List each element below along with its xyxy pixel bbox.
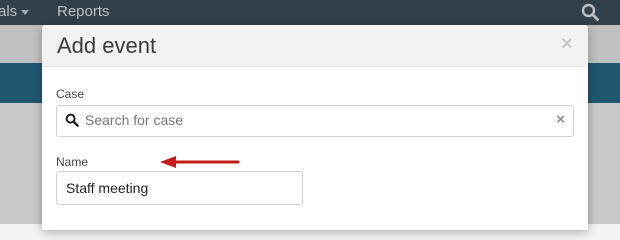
close-icon[interactable]: × <box>559 34 575 54</box>
name-label: Name <box>56 155 89 169</box>
case-search-input[interactable] <box>85 112 525 128</box>
clear-icon[interactable]: × <box>556 111 565 128</box>
dialog-title: Add event <box>57 33 157 58</box>
case-search-field[interactable]: × <box>56 105 574 137</box>
annotation-arrow-icon <box>160 156 240 168</box>
search-icon <box>65 113 79 127</box>
name-field[interactable]: Staff meeting <box>56 171 303 205</box>
add-event-dialog: Add event × Case × Name Staff meeting <box>42 25 588 230</box>
name-input-value[interactable]: Staff meeting <box>66 180 148 196</box>
dialog-header: Add event × <box>42 25 588 67</box>
case-label: Case <box>56 87 85 101</box>
